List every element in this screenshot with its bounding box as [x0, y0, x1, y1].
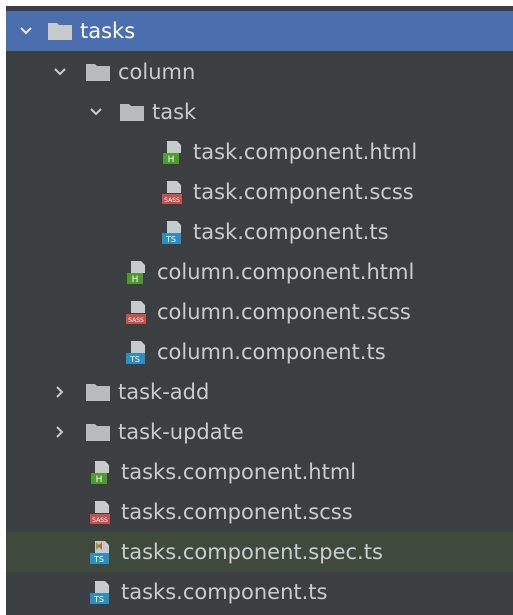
folder-icon — [118, 101, 146, 123]
chevron-right-icon[interactable] — [50, 372, 70, 412]
tree-file-tasks-scss[interactable]: SASS tasks.component.scss — [6, 492, 513, 532]
folder-icon — [84, 61, 112, 83]
chevron-down-icon[interactable] — [16, 11, 36, 51]
file-label: task.component.scss — [193, 180, 414, 204]
svg-text:H: H — [132, 275, 139, 285]
tree-node-tasks[interactable]: tasks — [6, 11, 513, 51]
file-label: tasks.component.spec.ts — [121, 540, 383, 564]
tree-node-label: tasks — [80, 19, 136, 43]
tree-node-task-update[interactable]: task-update — [6, 412, 513, 452]
svg-text:TS: TS — [129, 355, 140, 364]
svg-text:TS: TS — [93, 555, 104, 564]
tree-file-task-html[interactable]: H task.component.html — [6, 132, 513, 172]
file-label: task.component.ts — [193, 220, 389, 244]
typescript-file-icon: TS — [161, 219, 187, 245]
sass-file-icon: SASS — [125, 299, 151, 325]
svg-text:TS: TS — [93, 595, 104, 604]
tree-node-label: task-add — [118, 380, 210, 404]
tree-node-label: task — [152, 100, 197, 124]
file-label: task.component.html — [193, 140, 418, 164]
tree-file-column-ts[interactable]: TS column.component.ts — [6, 332, 513, 372]
file-label: tasks.component.ts — [121, 580, 328, 604]
html-file-icon: H — [89, 459, 115, 485]
tree-node-label: task-update — [118, 420, 244, 444]
tree-node-task[interactable]: task — [6, 92, 513, 132]
folder-icon — [46, 20, 74, 42]
folder-icon — [84, 421, 112, 443]
file-label: tasks.component.html — [121, 460, 357, 484]
folder-icon — [84, 381, 112, 403]
typescript-file-icon: TS — [125, 339, 151, 365]
file-label: column.component.ts — [157, 340, 386, 364]
svg-text:TS: TS — [165, 235, 176, 244]
tree-file-tasks-spec-ts[interactable]: TS tasks.component.spec.ts — [6, 532, 513, 572]
file-label: tasks.component.scss — [121, 500, 353, 524]
sass-file-icon: SASS — [161, 179, 187, 205]
file-label: column.component.scss — [157, 300, 411, 324]
tree-file-column-scss[interactable]: SASS column.component.scss — [6, 292, 513, 332]
html-file-icon: H — [161, 139, 187, 165]
typescript-file-icon: TS — [89, 579, 115, 605]
svg-text:SASS: SASS — [164, 197, 180, 204]
html-file-icon: H — [125, 259, 151, 285]
svg-text:H: H — [168, 155, 175, 165]
tree-file-tasks-ts[interactable]: TS tasks.component.ts — [6, 572, 513, 612]
tree-node-task-add[interactable]: task-add — [6, 372, 513, 412]
sass-file-icon: SASS — [89, 499, 115, 525]
file-label: column.component.html — [157, 260, 415, 284]
chevron-right-icon[interactable] — [50, 412, 70, 452]
chevron-down-icon[interactable] — [86, 92, 106, 132]
tree-file-tasks-html[interactable]: H tasks.component.html — [6, 452, 513, 492]
svg-text:H: H — [96, 475, 103, 485]
svg-text:SASS: SASS — [92, 517, 108, 524]
tree-node-column[interactable]: column — [6, 52, 513, 92]
tree-node-label: column — [118, 60, 196, 84]
project-tree: tasks column task H task.component.html … — [0, 0, 513, 615]
typescript-test-file-icon: TS — [89, 539, 115, 565]
tree-file-task-scss[interactable]: SASS task.component.scss — [6, 172, 513, 212]
svg-text:SASS: SASS — [128, 317, 144, 324]
chevron-down-icon[interactable] — [50, 52, 70, 92]
tree-file-column-html[interactable]: H column.component.html — [6, 252, 513, 292]
tree-file-task-ts[interactable]: TS task.component.ts — [6, 212, 513, 252]
window-edge-top — [0, 0, 513, 6]
